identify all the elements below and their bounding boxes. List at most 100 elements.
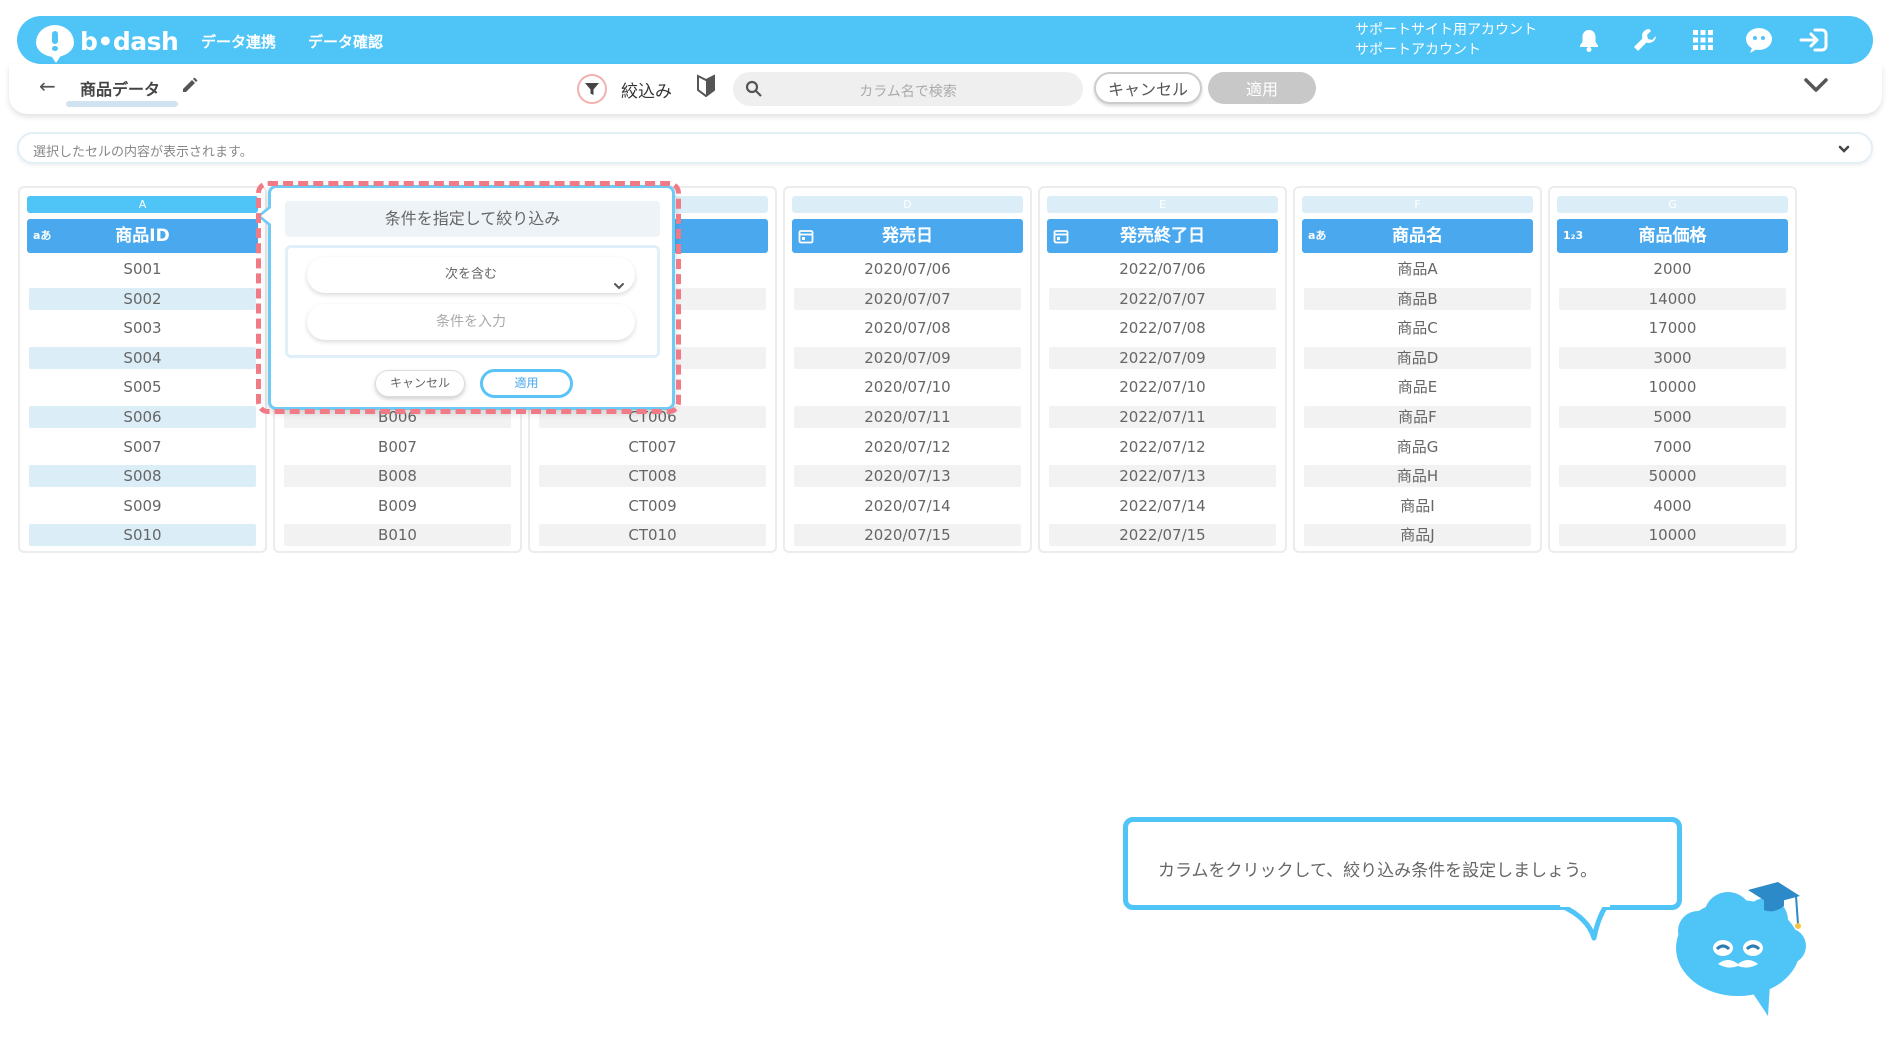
column-letter[interactable]: A	[27, 196, 258, 213]
condition-input[interactable]: 条件を入力	[307, 304, 635, 340]
table-cell[interactable]: 商品B	[1304, 287, 1531, 310]
column-name: 商品価格	[1638, 226, 1707, 246]
logout-icon[interactable]	[1799, 25, 1829, 55]
table-cell[interactable]: 2022/07/07	[1049, 287, 1276, 310]
table-cell[interactable]: CT010	[539, 524, 766, 547]
table-cell[interactable]: S005	[29, 376, 256, 398]
table-cell[interactable]: B008	[284, 465, 511, 488]
table-cell[interactable]: S008	[29, 465, 256, 488]
toolbar-apply-button[interactable]: 適用	[1208, 72, 1316, 104]
table-cell[interactable]: 14000	[1559, 287, 1786, 310]
text-type-icon: aあ	[1308, 229, 1327, 242]
account-info[interactable]: サポートサイト用アカウント サポートアカウント	[1355, 20, 1537, 60]
nav-data-link[interactable]: データ連携	[201, 31, 276, 52]
table-cell[interactable]: 商品J	[1304, 524, 1531, 547]
table-cell[interactable]: 2022/07/10	[1049, 376, 1276, 398]
table-cell[interactable]: 10000	[1559, 376, 1786, 398]
column-header[interactable]: 発売日	[792, 219, 1023, 253]
nav-data-check[interactable]: データ確認	[308, 31, 383, 52]
table-cell[interactable]: S001	[29, 258, 256, 280]
table-cell[interactable]: S003	[29, 317, 256, 339]
table-cell[interactable]: 17000	[1559, 317, 1786, 339]
column-letter[interactable]: D	[792, 196, 1023, 213]
grid-icon[interactable]	[1688, 25, 1718, 55]
table-cell[interactable]: 2020/07/14	[794, 495, 1021, 517]
column-letter[interactable]: E	[1047, 196, 1278, 213]
popover-apply-button[interactable]: 適用	[480, 369, 573, 398]
table-cell[interactable]: 2020/07/12	[794, 436, 1021, 458]
column-card[interactable]: D 発売日 2020/07/06 2020/07/07 2020/07/08 2…	[783, 186, 1032, 553]
table-cell[interactable]: 2020/07/15	[794, 524, 1021, 547]
chevron-down-icon[interactable]	[1803, 76, 1829, 98]
table-cell[interactable]: 2022/07/09	[1049, 346, 1276, 369]
table-cell[interactable]: 5000	[1559, 405, 1786, 428]
column-card[interactable]: E 発売終了日 2022/07/06 2022/07/07 2022/07/08…	[1038, 186, 1287, 553]
table-cell[interactable]: 2022/07/12	[1049, 436, 1276, 458]
table-cell[interactable]: S007	[29, 436, 256, 458]
table-cell[interactable]: 2020/07/09	[794, 346, 1021, 369]
table-cell[interactable]: 商品I	[1304, 495, 1531, 517]
table-cell[interactable]: 商品F	[1304, 405, 1531, 428]
table-cell[interactable]: 2022/07/14	[1049, 495, 1276, 517]
popover-cancel-button[interactable]: キャンセル	[375, 370, 465, 397]
table-cell[interactable]: S006	[29, 405, 256, 428]
table-cell[interactable]: 商品A	[1304, 258, 1531, 280]
page-title[interactable]: 商品データ	[80, 76, 160, 100]
support-chat-icon[interactable]	[1744, 25, 1774, 55]
table-cell[interactable]: 2020/07/13	[794, 465, 1021, 488]
table-cell[interactable]: S004	[29, 346, 256, 369]
table-cell[interactable]: 商品C	[1304, 317, 1531, 339]
table-cell[interactable]: 商品E	[1304, 376, 1531, 398]
column-card[interactable]: F aあ 商品名 商品A 商品B 商品C 商品D 商品E 商品F 商品G 商品H…	[1293, 186, 1542, 553]
toolbar-cancel-button[interactable]: キャンセル	[1094, 72, 1202, 104]
table-cell[interactable]: 2022/07/15	[1049, 524, 1276, 547]
table-cell[interactable]: B009	[284, 495, 511, 517]
table-cell[interactable]: B007	[284, 436, 511, 458]
back-arrow-icon[interactable]: ←	[39, 74, 56, 98]
table-cell[interactable]: 商品G	[1304, 436, 1531, 458]
table-cell[interactable]: 2022/07/13	[1049, 465, 1276, 488]
column-letter[interactable]: F	[1302, 196, 1533, 213]
table-cell[interactable]: 2000	[1559, 258, 1786, 280]
table-cell[interactable]: S010	[29, 524, 256, 547]
wrench-icon[interactable]	[1630, 25, 1660, 55]
table-cell[interactable]: 2020/07/07	[794, 287, 1021, 310]
table-cell[interactable]: 50000	[1559, 465, 1786, 488]
cell-content-bar[interactable]: 選択したセルの内容が表示されます。	[17, 132, 1873, 164]
column-header[interactable]: aあ 商品名	[1302, 219, 1533, 253]
logo-bubble-icon	[36, 25, 74, 63]
table-cell[interactable]: 2022/07/06	[1049, 258, 1276, 280]
table-cell[interactable]: 2020/07/06	[794, 258, 1021, 280]
table-cell[interactable]: 4000	[1559, 495, 1786, 517]
table-cell[interactable]: 2022/07/11	[1049, 405, 1276, 428]
condition-select[interactable]: 次を含む	[307, 257, 635, 293]
table-cell[interactable]: 10000	[1559, 524, 1786, 547]
column-card[interactable]: G 1₂3 商品価格 2000 14000 17000 3000 10000 5…	[1548, 186, 1797, 553]
table-cell[interactable]: B010	[284, 524, 511, 547]
table-cell[interactable]: 商品H	[1304, 465, 1531, 488]
column-letter[interactable]: G	[1557, 196, 1788, 213]
table-cell[interactable]: 2020/07/10	[794, 376, 1021, 398]
table-cell[interactable]: 3000	[1559, 346, 1786, 369]
table-cell[interactable]: S009	[29, 495, 256, 517]
table-cell[interactable]: 商品D	[1304, 346, 1531, 369]
bdash-logo[interactable]: b•dash	[36, 23, 179, 63]
table-cell[interactable]: S002	[29, 287, 256, 310]
filter-funnel-button[interactable]	[577, 74, 607, 104]
table-cell[interactable]: CT007	[539, 436, 766, 458]
expand-chevron-icon[interactable]	[1835, 141, 1853, 155]
column-header[interactable]: 発売終了日	[1047, 219, 1278, 253]
pencil-icon[interactable]	[181, 76, 199, 98]
column-card[interactable]: A aあ 商品ID S001 S002 S003 S004 S005 S006 …	[18, 186, 267, 553]
table-cell[interactable]: 2020/07/11	[794, 405, 1021, 428]
table-cell[interactable]: 2022/07/08	[1049, 317, 1276, 339]
table-cell[interactable]: CT009	[539, 495, 766, 517]
column-search-input[interactable]: カラム名で検索	[733, 72, 1083, 106]
table-cell[interactable]: CT008	[539, 465, 766, 488]
column-header[interactable]: 1₂3 商品価格	[1557, 219, 1788, 253]
table-cell[interactable]: 2020/07/08	[794, 317, 1021, 339]
beginner-mark-icon[interactable]	[696, 74, 716, 102]
bell-icon[interactable]	[1574, 25, 1604, 55]
column-header[interactable]: aあ 商品ID	[27, 219, 258, 253]
table-cell[interactable]: 7000	[1559, 436, 1786, 458]
